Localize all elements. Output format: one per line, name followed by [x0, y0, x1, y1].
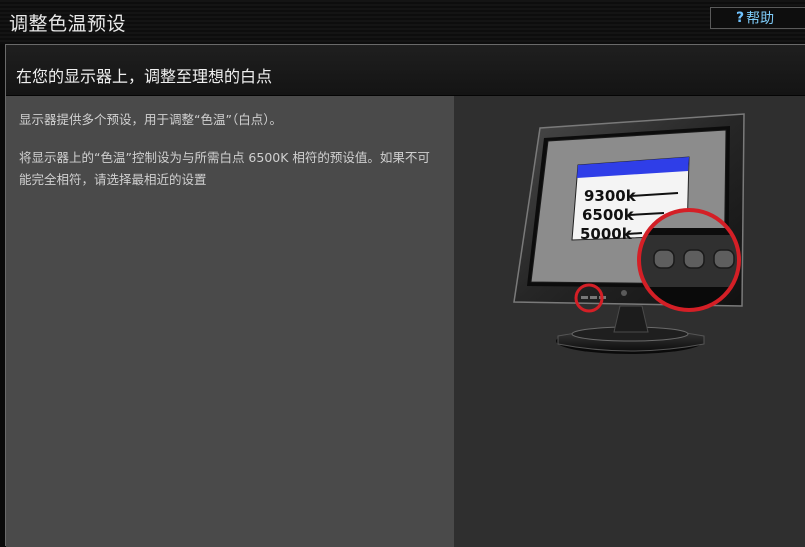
osd-menu-item: 6500k: [582, 206, 635, 224]
instructions-pane: 显示器提供多个预设，用于调整“色温”（白点）。 将显示器上的“色温”控制设为与所…: [6, 96, 454, 547]
panel-title: 在您的显示器上，调整至理想的白点: [16, 67, 273, 86]
help-button[interactable]: ? 帮助: [710, 7, 805, 29]
main-panel: 在您的显示器上，调整至理想的白点 显示器提供多个预设，用于调整“色温”（白点）。…: [5, 44, 805, 547]
description-paragraph: 显示器提供多个预设，用于调整“色温”（白点）。: [19, 112, 282, 127]
zoom-button-icon: [713, 249, 735, 269]
illustration-pane: 9300k 6500k 5000k: [454, 96, 805, 547]
monitor-stand: [556, 305, 705, 354]
description-paragraph: 将显示器上的“色温”控制设为与所需白点 6500K 相符的预设值。如果不可能完全…: [19, 150, 430, 187]
question-icon: ?: [736, 10, 745, 26]
panel-header: 在您的显示器上，调整至理想的白点: [6, 45, 805, 96]
zoom-button-icon: [653, 249, 675, 269]
window-title: 调整色温预设: [9, 13, 127, 35]
monitor-illustration: 9300k 6500k 5000k: [513, 113, 745, 354]
osd-menu-item: 9300k: [584, 187, 637, 205]
title-bar: 调整色温预设 ? 帮助: [0, 0, 805, 44]
zoom-button-icon: [683, 249, 705, 269]
osd-menu-item: 5000k: [580, 225, 633, 243]
help-label: 帮助: [746, 11, 775, 27]
